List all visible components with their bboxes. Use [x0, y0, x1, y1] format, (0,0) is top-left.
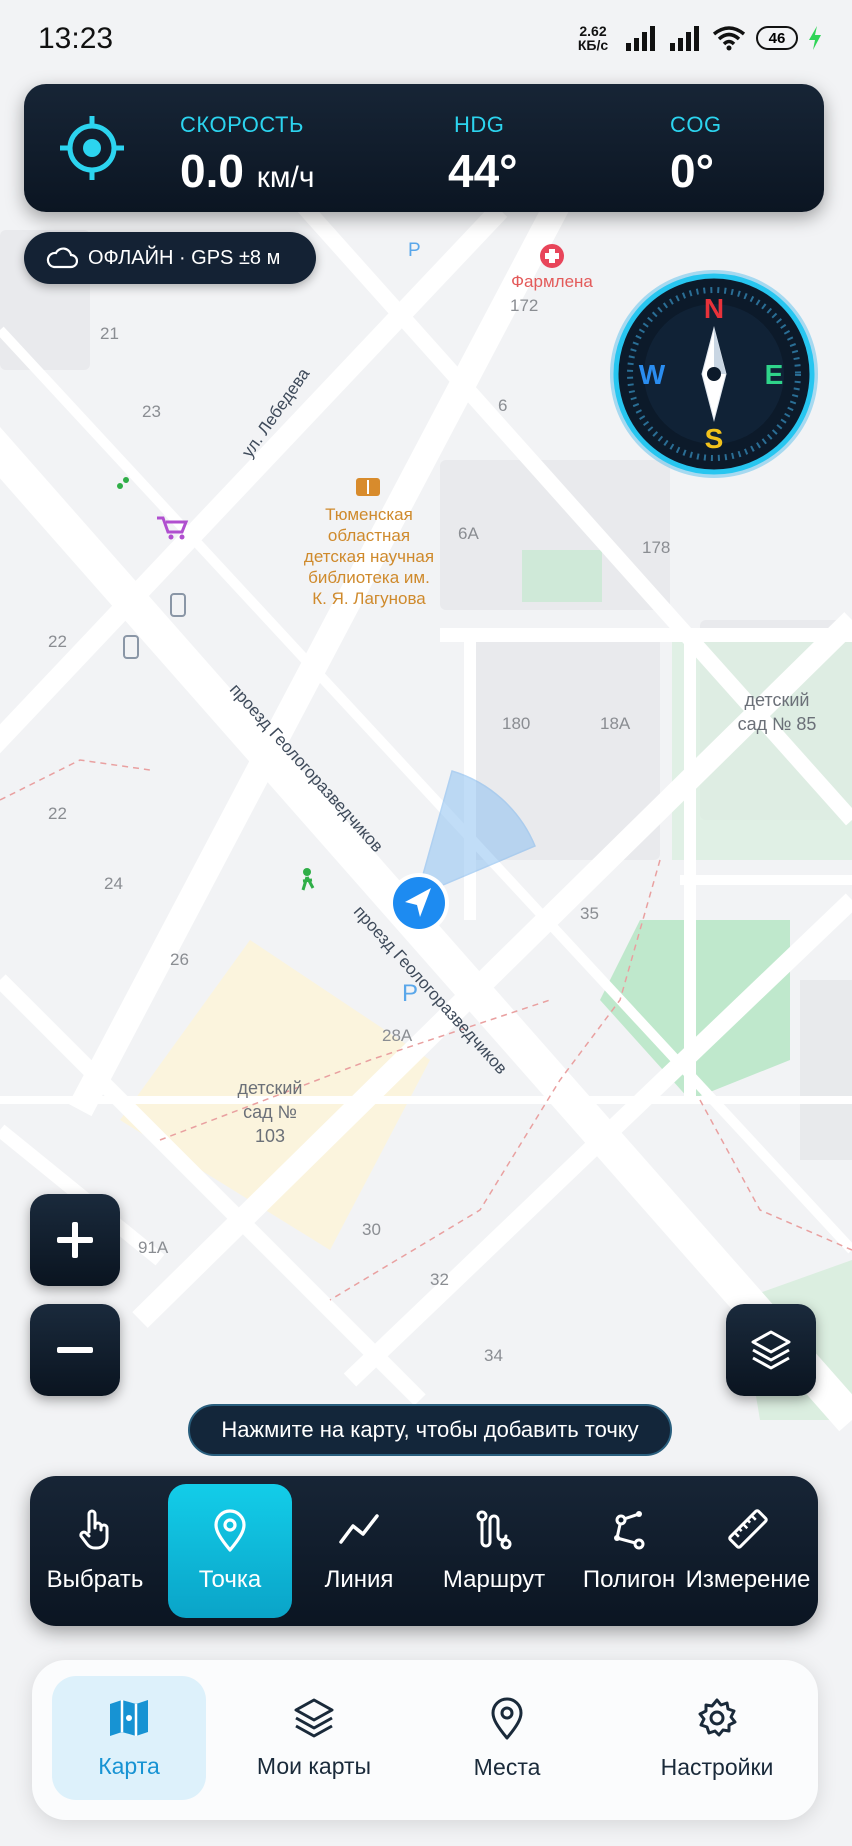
tool-label: Выбрать: [46, 1566, 144, 1593]
tool-label: Точка: [198, 1566, 262, 1593]
nav-label: Места: [473, 1753, 541, 1780]
poi-library-label[interactable]: Тюменская областная детская научная библ…: [300, 504, 438, 609]
compass-west: W: [639, 359, 666, 390]
house-number: 6А: [458, 524, 479, 543]
status-icons: 2.62 КБ/с 46: [572, 24, 822, 52]
network-speed-unit: КБ/с: [577, 37, 609, 53]
signal-icon: [626, 26, 655, 51]
speed-number: 0.0: [180, 145, 244, 197]
house-number: 21: [100, 324, 119, 343]
signal-icon: [670, 26, 699, 51]
tool-select[interactable]: Выбрать: [38, 1484, 152, 1618]
house-number: 180: [502, 714, 531, 733]
map-layers-button[interactable]: [726, 1304, 816, 1396]
tool-label: Маршрут: [442, 1566, 546, 1593]
hdg-value: 44°: [448, 145, 518, 197]
house-number: 178: [642, 538, 671, 557]
wifi-icon: [712, 26, 746, 51]
house-number: 32: [430, 1270, 449, 1289]
network-speed-value: 2.62: [579, 23, 607, 39]
poi-pharmacy-label[interactable]: Фармлена: [500, 272, 604, 292]
poi-kindergarten-label[interactable]: детский сад № 85: [730, 688, 824, 736]
parking-icon: P: [408, 240, 421, 261]
parking-icon: P: [402, 980, 419, 1007]
poi-kindergarten-label[interactable]: детский сад № 103: [226, 1076, 314, 1148]
house-number: 24: [104, 874, 123, 893]
nav-places[interactable]: Места: [432, 1676, 582, 1800]
bottom-navigation: Карта Мои карты Места Настройки: [32, 1660, 818, 1820]
charging-icon: [809, 26, 821, 50]
hdg-label: HDG: [454, 112, 505, 137]
tool-line[interactable]: Линия: [302, 1484, 416, 1618]
nav-my-maps[interactable]: Мои карты: [222, 1676, 406, 1800]
speed-label: СКОРОСТЬ: [180, 112, 304, 137]
house-number: 172: [510, 296, 539, 315]
house-number: 18А: [600, 714, 631, 733]
status-bar: 13:23 2.62 КБ/с 46: [0, 0, 852, 80]
compass-south: S: [705, 423, 724, 454]
layers-icon: [751, 1330, 791, 1370]
drawing-toolbar: Выбрать Точка Линия Маршрут Полигон Изме…: [30, 1476, 818, 1626]
house-number: 34: [484, 1346, 503, 1365]
cloud-icon: [46, 247, 78, 269]
minus-icon: [57, 1347, 93, 1353]
nav-label: Карта: [98, 1752, 160, 1779]
plus-icon: [57, 1222, 93, 1258]
network-speed: 2.62 КБ/с: [572, 24, 614, 52]
house-number: 26: [170, 950, 189, 969]
speed-value: 0.0 км/ч: [180, 144, 314, 198]
cog-value: 0°: [670, 145, 714, 197]
gear-icon: [698, 1698, 737, 1736]
tool-route[interactable]: Маршрут: [430, 1484, 558, 1618]
nav-label: Мои карты: [256, 1752, 372, 1779]
ruler-icon: [728, 1509, 768, 1549]
house-number: 28А: [382, 1026, 413, 1045]
compass-north: N: [704, 293, 724, 324]
speed-unit: км/ч: [256, 161, 315, 194]
offline-status-badge[interactable]: ОФЛАЙН · GPS ±8 м: [24, 232, 316, 284]
compass-east: E: [765, 359, 784, 390]
tool-label: Линия: [324, 1566, 394, 1593]
zoom-in-button[interactable]: [30, 1194, 120, 1286]
tool-label: Полигон: [582, 1566, 676, 1593]
nav-map[interactable]: Карта: [52, 1676, 206, 1800]
house-number: 22: [48, 632, 67, 651]
layers-icon: [294, 1698, 334, 1737]
crosshair-icon[interactable]: [58, 114, 126, 182]
hand-pointer-icon: [79, 1509, 109, 1550]
telemetry-panel: СКОРОСТЬ 0.0 км/ч HDG 44° COG 0°: [24, 84, 824, 212]
cog-label: COG: [670, 112, 722, 137]
place-pin-icon: [491, 1697, 523, 1739]
house-number: 23: [142, 402, 161, 421]
polygon-icon: [614, 1511, 645, 1550]
map-icon: [110, 1699, 148, 1736]
house-number: 22: [48, 804, 67, 823]
tool-measure[interactable]: Измерение: [684, 1484, 812, 1618]
nav-label: Настройки: [660, 1753, 774, 1780]
house-number: 30: [362, 1220, 381, 1239]
compass-widget[interactable]: N E S W: [608, 268, 820, 480]
polyline-icon: [339, 1514, 379, 1544]
house-number: 35: [580, 904, 599, 923]
status-time: 13:23: [38, 22, 114, 55]
tool-point[interactable]: Точка: [168, 1484, 292, 1618]
route-icon: [476, 1510, 512, 1550]
battery-indicator: 46: [756, 26, 798, 50]
zoom-out-button[interactable]: [30, 1304, 120, 1396]
nav-settings[interactable]: Настройки: [632, 1676, 802, 1800]
tool-label: Измерение: [685, 1566, 811, 1593]
house-number: 6: [498, 396, 508, 415]
tool-polygon[interactable]: Полигон: [566, 1484, 692, 1618]
house-number: 91А: [138, 1238, 169, 1257]
map-pin-icon: [214, 1509, 246, 1552]
offline-status-text: ОФЛАЙН · GPS ±8 м: [88, 246, 281, 269]
hint-toast: Нажмите на карту, чтобы добавить точку: [188, 1404, 672, 1456]
